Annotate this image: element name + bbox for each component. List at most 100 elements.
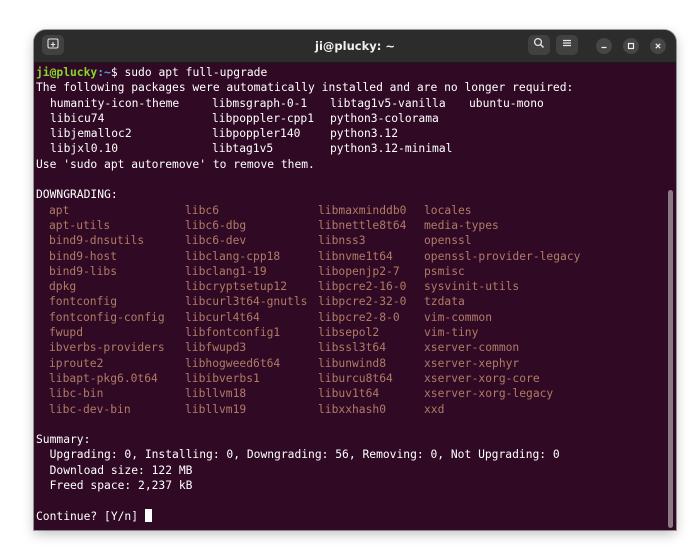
hamburger-menu-icon — [561, 36, 573, 54]
package-name: libmsgraph-0-1 — [212, 96, 308, 110]
package-name: libunwind8 — [318, 356, 387, 370]
package-name: openssl-provider-legacy — [424, 249, 581, 263]
package-name: libicu74 — [50, 111, 105, 125]
title-bar[interactable]: ji@plucky: ~ — [34, 30, 676, 63]
summary-header: Summary: — [36, 433, 91, 447]
autoremove-row: libjemalloc2 libpoppler140 python3.12 — [36, 126, 664, 141]
downgrading-header: DOWNGRADING: — [36, 188, 118, 202]
terminal-output[interactable]: ji@plucky:~$ sudo apt full-upgrade The f… — [36, 65, 664, 530]
package-name: libhogweed6t64 — [185, 356, 281, 370]
command-text: sudo apt full-upgrade — [117, 66, 268, 79]
terminal-scrollbar[interactable] — [668, 190, 673, 528]
package-name: locales — [424, 203, 472, 217]
package-name: libcurl4t64 — [185, 310, 260, 324]
package-name: libpcre2-8-0 — [318, 310, 400, 324]
downgrade-row: bind9-dnsutils libc6-dev libnss3 openssl — [36, 233, 664, 248]
freed-space: Freed space: 2,237 kB — [36, 479, 193, 493]
menu-button[interactable] — [556, 35, 578, 55]
new-tab-button[interactable] — [42, 35, 64, 55]
package-name: vim-tiny — [424, 326, 479, 340]
package-name: libjxl0.10 — [50, 142, 119, 156]
downgrade-row: libc-dev-bin libllvm19 libxxhash0 xxd — [36, 402, 664, 417]
package-name: ubuntu-mono — [469, 96, 544, 110]
package-name: libc6-dbg — [185, 218, 247, 232]
minimize-icon — [600, 37, 608, 55]
search-icon — [533, 36, 545, 54]
downgrade-row: ibverbs-providers libfwupd3 libssl3t64 xser… — [36, 340, 664, 355]
package-name: libc6 — [185, 203, 220, 217]
new-tab-icon — [47, 36, 59, 54]
package-name: libmaxminddb0 — [318, 203, 407, 217]
package-name: libc6-dev — [185, 234, 247, 248]
prompt-path: :~ — [97, 66, 111, 79]
autoremove-row: libicu74 libpoppler-cpp1 python3-colorama — [36, 111, 664, 126]
package-name: python3-colorama — [330, 111, 439, 125]
package-name: xserver-common — [424, 341, 520, 355]
maximize-button[interactable] — [623, 38, 639, 54]
package-name: psmisc — [424, 264, 465, 278]
prompt-symbol: $ — [110, 66, 118, 79]
downgrade-row: iproute2 libhogweed6t64 libunwind8 xserver-… — [36, 356, 664, 371]
package-name: libxxhash0 — [318, 402, 387, 416]
package-name: libtag1v5-vanilla — [330, 96, 446, 110]
package-name: tzdata — [424, 295, 465, 309]
package-name: openssl — [424, 234, 472, 248]
continue-line[interactable]: Continue? [Y/n] — [36, 508, 664, 524]
search-button[interactable] — [528, 35, 550, 55]
package-name: fwupd — [49, 326, 84, 340]
minimize-button[interactable] — [596, 38, 612, 54]
package-name: libuv1t64 — [318, 387, 380, 401]
download-size: Download size: 122 MB — [36, 463, 193, 477]
window-title: ji@plucky: ~ — [315, 39, 395, 53]
downgrade-row: bind9-host libclang-cpp18 libnvme1t64 opens… — [36, 249, 664, 264]
package-name: libfwupd3 — [185, 341, 247, 355]
package-name: libclang1-19 — [185, 264, 267, 278]
package-name: libpoppler-cpp1 — [212, 111, 315, 125]
package-name: libclang-cpp18 — [185, 249, 281, 263]
package-name: apt — [49, 203, 70, 217]
package-name: python3.12 — [330, 127, 399, 141]
package-name: vim-common — [424, 310, 493, 324]
autoremove-hint: Use 'sudo apt autoremove' to remove them… — [36, 157, 315, 171]
package-name: fontconfig — [49, 295, 118, 309]
autoremove-row: humanity-icon-theme libmsgraph-0-1 libtag1… — [36, 96, 664, 111]
downgrade-row: apt-utils libc6-dbg libnettle8t64 media-typ… — [36, 218, 664, 233]
terminal-window: ji@plucky: ~ ji@plucky:~$ sudo apt full-… — [34, 30, 676, 530]
package-name: humanity-icon-theme — [50, 96, 180, 110]
downgrade-row: libapt-pkg6.0t64 libibverbs1 liburcu8t64 xs… — [36, 371, 664, 386]
package-name: libibverbs1 — [185, 371, 260, 385]
package-name: xserver-xorg-legacy — [424, 387, 554, 401]
package-name: libcurl3t64-gnutls — [185, 295, 308, 309]
package-name: libtag1v5 — [212, 142, 274, 156]
downgrade-row: fontconfig libcurl3t64-gnutls libpcre2-32-… — [36, 294, 664, 309]
package-name: libcryptsetup12 — [185, 280, 288, 294]
text-cursor — [144, 508, 152, 522]
package-name: sysvinit-utils — [424, 280, 520, 294]
command-line: ji@plucky:~$ sudo apt full-upgrade — [36, 65, 664, 80]
package-name: apt-utils — [49, 218, 111, 232]
downgrade-row: fwupd libfontconfig1 libsepol2 vim-tiny — [36, 325, 664, 340]
autoremove-row: libjxl0.10 libtag1v5 python3.12-minimal — [36, 141, 664, 156]
downgrade-row: dpkg libcryptsetup12 libpcre2-16-0 sysvinit… — [36, 279, 664, 294]
package-name: libsepol2 — [318, 326, 380, 340]
package-name: fontconfig-config — [49, 310, 165, 324]
package-name: libc-dev-bin — [49, 402, 131, 416]
close-button[interactable] — [650, 38, 666, 54]
package-name: dpkg — [49, 280, 77, 294]
package-name: libopenjp2-7 — [318, 264, 400, 278]
downgrade-row: bind9-libs libclang1-19 libopenjp2-7 psmisc — [36, 264, 664, 279]
package-name: libnss3 — [318, 234, 366, 248]
package-name: libpoppler140 — [212, 127, 301, 141]
prompt-user-host: ji@plucky — [36, 66, 98, 79]
autoremove-intro: The following packages were automaticall… — [36, 81, 574, 95]
maximize-icon — [627, 37, 635, 55]
package-name: bind9-libs — [49, 264, 118, 278]
package-name: xxd — [424, 402, 445, 416]
package-name: python3.12-minimal — [330, 142, 453, 156]
package-name: bind9-host — [49, 249, 118, 263]
downgrade-row: libc-bin libllvm18 libuv1t64 xserver-xorg-l… — [36, 386, 664, 401]
package-name: media-types — [424, 218, 499, 232]
